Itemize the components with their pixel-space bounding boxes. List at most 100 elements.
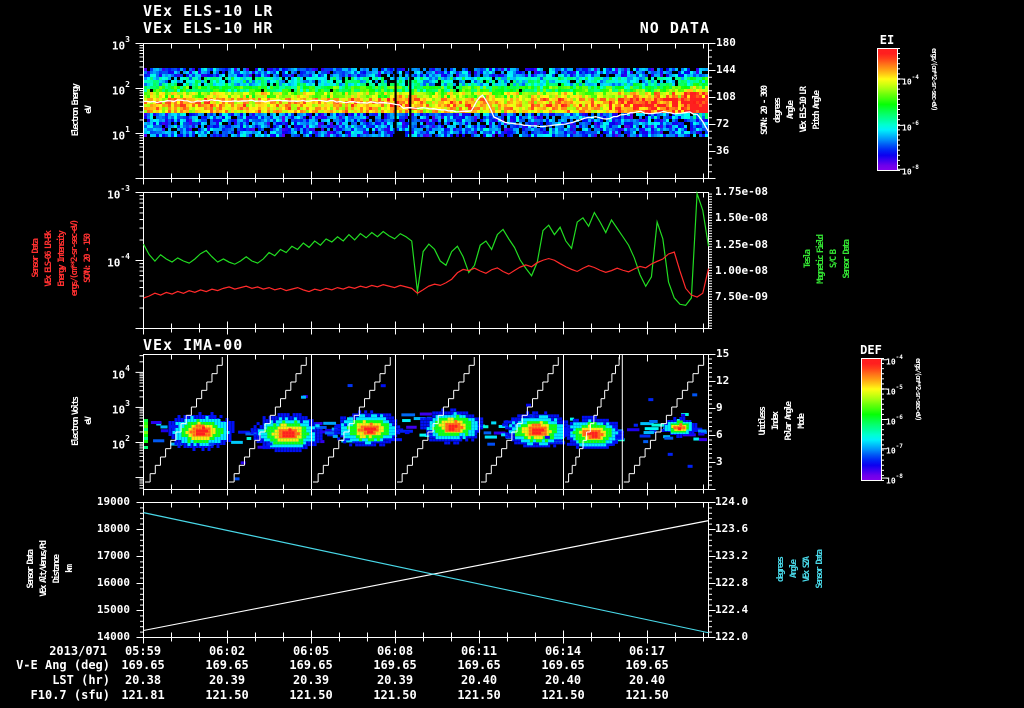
p1-left-tick: 103: [111, 35, 130, 53]
p4-right-tick: 124.0: [715, 495, 749, 508]
def-colorbar-tick: 10-4: [886, 354, 903, 367]
ei-colorbar-tick: 10-6: [902, 119, 919, 133]
vex-quicklook-plot: VEx ELS-10 LR VEx ELS-10 HR NO DATA VEx …: [0, 0, 1024, 708]
magnetic-field-axis-label-text: Magnetic Field: [815, 236, 826, 284]
distance-axis-label: Sensor Data VEx Alt/Venus/Pd Distance km: [22, 502, 78, 637]
p3-right-tick: 12: [716, 374, 730, 387]
distance-axis-label-text: Sensor Data: [25, 550, 36, 589]
p1-left-tick: 101: [111, 125, 130, 143]
table-cell: 121.50: [205, 688, 249, 702]
polar-angle-axis-label-text: Unitless: [757, 407, 768, 436]
p1-right-tick: 72: [716, 117, 730, 130]
p4-left-tick: 18000: [96, 522, 130, 535]
magnetic-field-axis-label-text: S/C B: [828, 251, 839, 269]
polar-angle-axis-label-text: Mode: [796, 414, 807, 429]
def-colorbar-tick: 10-8: [886, 472, 903, 486]
altitude-sza-canvas: [131, 500, 720, 647]
def-colorbar-units: ergs/(cm**2-sr-sec-eV): [914, 358, 922, 420]
table-cell: 20.40: [460, 673, 498, 687]
p1-left-tick: 102: [111, 80, 130, 98]
energy-intensity-axis-label-text: VEx ELS-06 LR-Bk: [44, 231, 54, 287]
table-cell: 20.38: [124, 673, 162, 687]
p4-right-tick: 123.6: [715, 522, 749, 535]
table-cell: 169.65: [625, 658, 669, 672]
table-cell: 20.40: [628, 673, 666, 687]
def-colorbar-tick: 10-7: [886, 443, 903, 456]
p1-right-tick: 180: [716, 36, 736, 49]
pitch-angle-axis-label: SCAN: 20 - 300 degrees Angle VEx ELS-10 LR P…: [750, 43, 832, 178]
table-cell: 20.40: [544, 673, 582, 687]
p4-left-tick: 15000: [96, 603, 130, 616]
p3-left-tick: 103: [111, 398, 130, 417]
intensity-bfield-canvas: [131, 190, 720, 338]
p4-left-tick: 16000: [96, 576, 130, 589]
table-cell: 121.50: [541, 688, 585, 702]
p3-left-tick: 104: [111, 363, 130, 382]
table-cell: 169.65: [457, 658, 501, 672]
plot-title-line1: VEx ELS-10 LR: [143, 2, 274, 20]
energy-intensity-axis-label-text: Sensor Data: [31, 240, 41, 278]
els-y-axis-label: Electron Energy eV: [64, 43, 100, 178]
p2-right-tick: 7.50e-09: [715, 290, 768, 304]
ei-colorbar-tick: 10-4: [902, 73, 919, 87]
ima-y-axis-label-text: Electron Volts: [70, 397, 81, 446]
table-cell: 169.65: [541, 658, 585, 672]
pitch-angle-axis-label-text: degrees: [773, 98, 783, 123]
time-tick-label: 06:02: [208, 644, 246, 658]
def-colorbar-title: DEF: [860, 343, 882, 357]
p3-right-tick: 9: [716, 401, 723, 414]
date-label: 2013/071: [49, 644, 107, 658]
distance-axis-label-text: km: [64, 566, 75, 573]
no-data-badge: NO DATA: [639, 19, 710, 37]
els-y-axis-label-text: Electron Energy: [70, 84, 81, 137]
p2-right-tick: 1.50e-08: [715, 211, 768, 225]
p3-left-tick: 102: [111, 434, 130, 452]
polar-angle-axis-label-text: Index: [770, 412, 781, 431]
ei-colorbar-title: EI: [879, 33, 895, 47]
magnetic-field-axis-label-text: Tesla: [802, 251, 813, 269]
pitch-angle-axis-label-text: SCAN: 20 - 300: [760, 86, 770, 135]
p4-right-tick: 122.8: [715, 576, 749, 589]
p1-right-tick: 36: [716, 144, 730, 157]
sza-axis-label-text: VEx SZA: [801, 557, 812, 582]
def-colorbar-tick: 10-6: [886, 414, 903, 427]
ima-y-axis-label: Electron Volts eV: [64, 354, 100, 489]
p2-right-tick: 1.00e-08: [715, 264, 768, 278]
p4-right-tick: 122.4: [715, 603, 749, 616]
p2-left-tick: 10-4: [107, 252, 130, 270]
sza-axis-label-text: degrees: [775, 557, 786, 582]
plot-title-line2: VEx ELS-10 HR: [143, 19, 274, 37]
table-cell: 20.39: [376, 673, 414, 687]
sza-axis-label-text: Sensor Data: [814, 550, 825, 589]
table-cell: 20.39: [208, 673, 246, 687]
p4-left-tick: 14000: [96, 630, 130, 643]
ei-colorbar-units: ergs/(cm**2-sr-sec-eV): [930, 48, 938, 110]
time-tick-label: 06:05: [292, 644, 330, 658]
table-cell: 121.50: [373, 688, 417, 702]
p4-left-tick: 19000: [96, 495, 130, 508]
magnetic-field-axis-label-text: Sensor Data: [841, 241, 852, 279]
distance-axis-label-text: Distance: [51, 555, 62, 584]
polar-angle-axis-label: Unitless Index Polar Angle Mode: [744, 354, 820, 489]
energy-intensity-axis-label-text: ergs/(cm**2-sr-sec-eV): [70, 221, 80, 297]
table-cell: 20.39: [292, 673, 330, 687]
table-cell: 169.65: [205, 658, 249, 672]
energy-intensity-axis-label-text: Energy Intensity: [57, 231, 67, 287]
p2-right-tick: 1.75e-08: [715, 185, 768, 198]
p4-right-tick: 122.0: [715, 630, 749, 643]
sza-axis-label: degrees Angle VEx SZA Sensor Data: [764, 502, 836, 637]
polar-angle-axis-label-text: Polar Angle: [783, 402, 794, 441]
time-tick-label: 06:11: [460, 644, 498, 658]
table-cell: 121.50: [457, 688, 501, 702]
table-cell: 169.65: [289, 658, 333, 672]
els-spectrogram-canvas: [131, 41, 720, 188]
p3-right-tick: 6: [716, 428, 723, 441]
p4-left-tick: 17000: [96, 549, 130, 562]
sza-axis-label-text: Angle: [788, 560, 799, 579]
table-cell: 121.50: [625, 688, 669, 702]
time-tick-label: 06:08: [376, 644, 414, 658]
time-tick-label: 05:59: [124, 644, 162, 658]
table-cell: 169.65: [121, 658, 165, 672]
p2-right-tick: 1.25e-08: [715, 237, 768, 251]
p2-left-tick: 10-3: [107, 184, 130, 202]
